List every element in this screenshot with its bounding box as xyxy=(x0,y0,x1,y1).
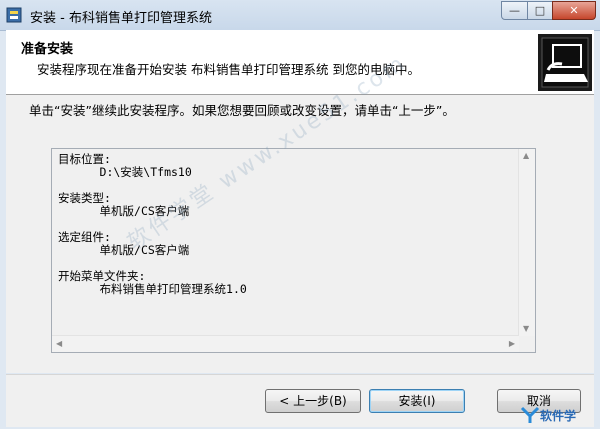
watermark-logo: 软件学 xyxy=(520,402,598,428)
vertical-scrollbar[interactable]: ▲ ▼ xyxy=(518,149,535,336)
maximize-button[interactable]: □ xyxy=(527,1,553,20)
watermark-logo-icon xyxy=(520,406,540,423)
scroll-left-icon[interactable]: ◀ xyxy=(56,339,62,349)
window-title: 安装 - 布科销售单打印管理系统 xyxy=(30,11,212,26)
instruction-text: 单击“安装”继续此安装程序。如果您想要回顾或改变设置，请单击“上一步”。 xyxy=(29,103,455,118)
app-icon xyxy=(6,7,22,23)
close-button[interactable]: ✕ xyxy=(552,1,596,20)
wizard-header: 准备安装 安装程序现在准备开始安装 布料销售单打印管理系统 到您的电脑中。 xyxy=(6,30,594,95)
minimize-button[interactable]: — xyxy=(501,1,528,20)
page-title: 准备安装 xyxy=(21,42,74,57)
wizard-footer: < 上一步(B) 安装(I) 取消 xyxy=(6,374,594,427)
memo-text: 目标位置: D:\安装\Tfms10 安装类型: 单机版/CS客户端 选定组件:… xyxy=(58,152,247,296)
page-subtitle: 安装程序现在准备开始安装 布料销售单打印管理系统 到您的电脑中。 xyxy=(37,62,420,77)
scroll-down-icon[interactable]: ▼ xyxy=(523,324,529,334)
watermark-logo-text: 软件学 xyxy=(540,409,577,423)
setup-computer-icon xyxy=(538,34,592,91)
scroll-corner xyxy=(519,336,535,352)
scroll-right-icon[interactable]: ▶ xyxy=(509,339,515,349)
title-bar[interactable]: 安装 - 布科销售单打印管理系统 — □ ✕ xyxy=(0,0,600,31)
install-button[interactable]: 安装(I) xyxy=(369,389,465,413)
scroll-up-icon[interactable]: ▲ xyxy=(523,151,529,161)
ready-memo[interactable]: 目标位置: D:\安装\Tfms10 安装类型: 单机版/CS客户端 选定组件:… xyxy=(51,148,536,353)
horizontal-scrollbar[interactable]: ◀ ▶ xyxy=(52,335,519,352)
wizard-body: 单击“安装”继续此安装程序。如果您想要回顾或改变设置，请单击“上一步”。 目标位… xyxy=(6,95,594,373)
back-button[interactable]: < 上一步(B) xyxy=(265,389,361,413)
